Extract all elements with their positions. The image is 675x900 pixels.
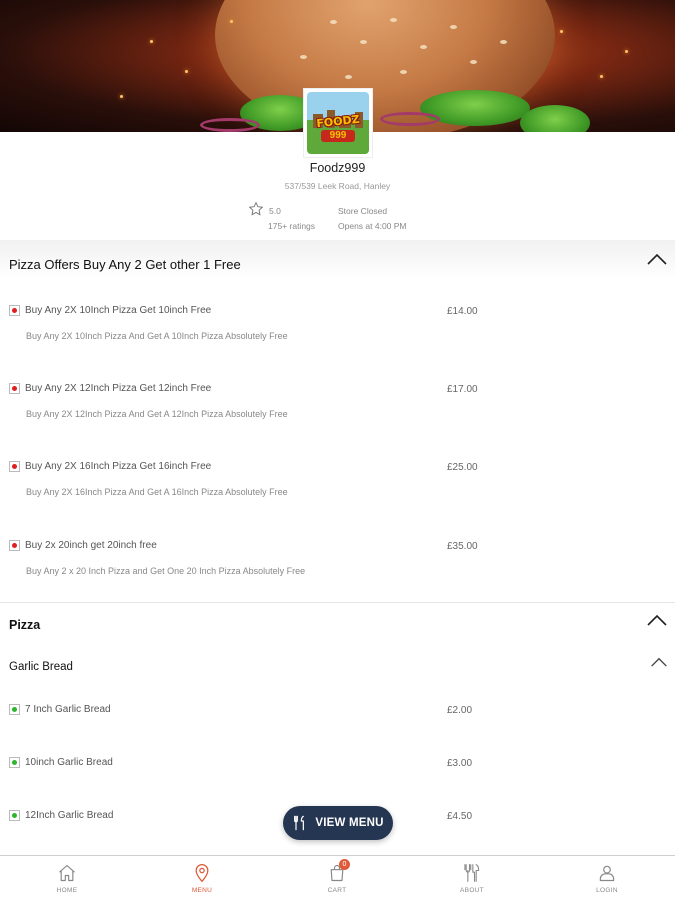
nav-menu[interactable]: MENU [162,856,242,900]
menu-item-price: £14.00 [447,306,478,317]
veg-icon [9,810,20,821]
chevron-up-icon[interactable] [650,656,668,668]
view-menu-label: VIEW MENU [315,817,384,829]
non-veg-icon [9,383,20,394]
menu-item-price: £2.00 [447,705,473,716]
store-status: Store Closed [338,206,388,216]
chevron-up-icon[interactable] [646,252,668,266]
store-address: 537/539 Leek Road, Hanley [284,181,391,191]
non-veg-icon [9,461,20,472]
bottom-navigation: HOME MENU 0 CART ABOUT LOGIN [0,855,675,900]
non-veg-icon [9,540,20,551]
view-menu-button[interactable]: VIEW MENU [283,806,393,840]
menu-item-description: Buy Any 2X 10Inch Pizza And Get A 10Inch… [26,331,288,341]
home-icon [59,864,75,882]
star-icon [248,201,264,216]
store-opening-time: Opens at 4:00 PM [338,221,407,231]
cutlery-icon [464,864,480,882]
menu-item-name[interactable]: 10inch Garlic Bread [25,757,113,768]
location-pin-icon [195,864,209,883]
menu-item-price: £35.00 [447,541,478,552]
menu-item-name[interactable]: Buy Any 2X 12Inch Pizza Get 12inch Free [25,383,211,394]
menu-item-description: Buy Any 2 x 20 Inch Pizza and Get One 20… [26,566,306,576]
user-icon [599,865,615,882]
menu-item-description: Buy Any 2X 12Inch Pizza And Get A 12Inch… [26,409,288,419]
menu-item-price: £3.00 [447,758,473,769]
menu-item-name[interactable]: 12Inch Garlic Bread [25,810,113,821]
menu-item-name[interactable]: Buy Any 2X 10Inch Pizza Get 10inch Free [25,305,211,316]
menu-item-price: £17.00 [447,384,478,395]
veg-icon [9,757,20,768]
cutlery-icon [294,815,305,831]
nav-home-label: HOME [56,887,78,894]
nav-cart[interactable]: 0 CART [297,856,377,900]
store-name: Foodz999 [309,161,366,175]
cart-count-badge: 0 [339,859,350,870]
nav-login[interactable]: LOGIN [567,856,647,900]
menu-item-name[interactable]: Buy 2x 20inch get 20inch free [25,540,157,551]
veg-icon [9,704,20,715]
nav-about[interactable]: ABOUT [432,856,512,900]
menu-item-price: £4.50 [447,811,473,822]
nav-menu-label: MENU [191,887,213,894]
rating-value: 5.0 [269,206,281,216]
ratings-count: 175+ ratings [268,221,316,231]
section-divider [0,602,675,603]
nav-login-label: LOGIN [596,887,618,894]
subsection-title-garlic-bread[interactable]: Garlic Bread [9,661,73,673]
menu-item-description: Buy Any 2X 16Inch Pizza And Get A 16Inch… [26,487,288,497]
menu-item-name[interactable]: 7 Inch Garlic Bread [25,704,111,715]
chevron-up-icon[interactable] [646,613,668,627]
nav-about-label: ABOUT [460,887,484,894]
nav-home[interactable]: HOME [27,856,107,900]
logo-number: 999 [321,130,355,142]
section-title-pizza-offers[interactable]: Pizza Offers Buy Any 2 Get other 1 Free [9,257,241,272]
non-veg-icon [9,305,20,316]
menu-item-price: £25.00 [447,462,478,473]
store-logo: FOODZ 999 [303,88,373,158]
nav-cart-label: CART [327,887,347,894]
section-title-pizza[interactable]: Pizza [9,618,40,632]
menu-item-name[interactable]: Buy Any 2X 16Inch Pizza Get 16inch Free [25,461,211,472]
